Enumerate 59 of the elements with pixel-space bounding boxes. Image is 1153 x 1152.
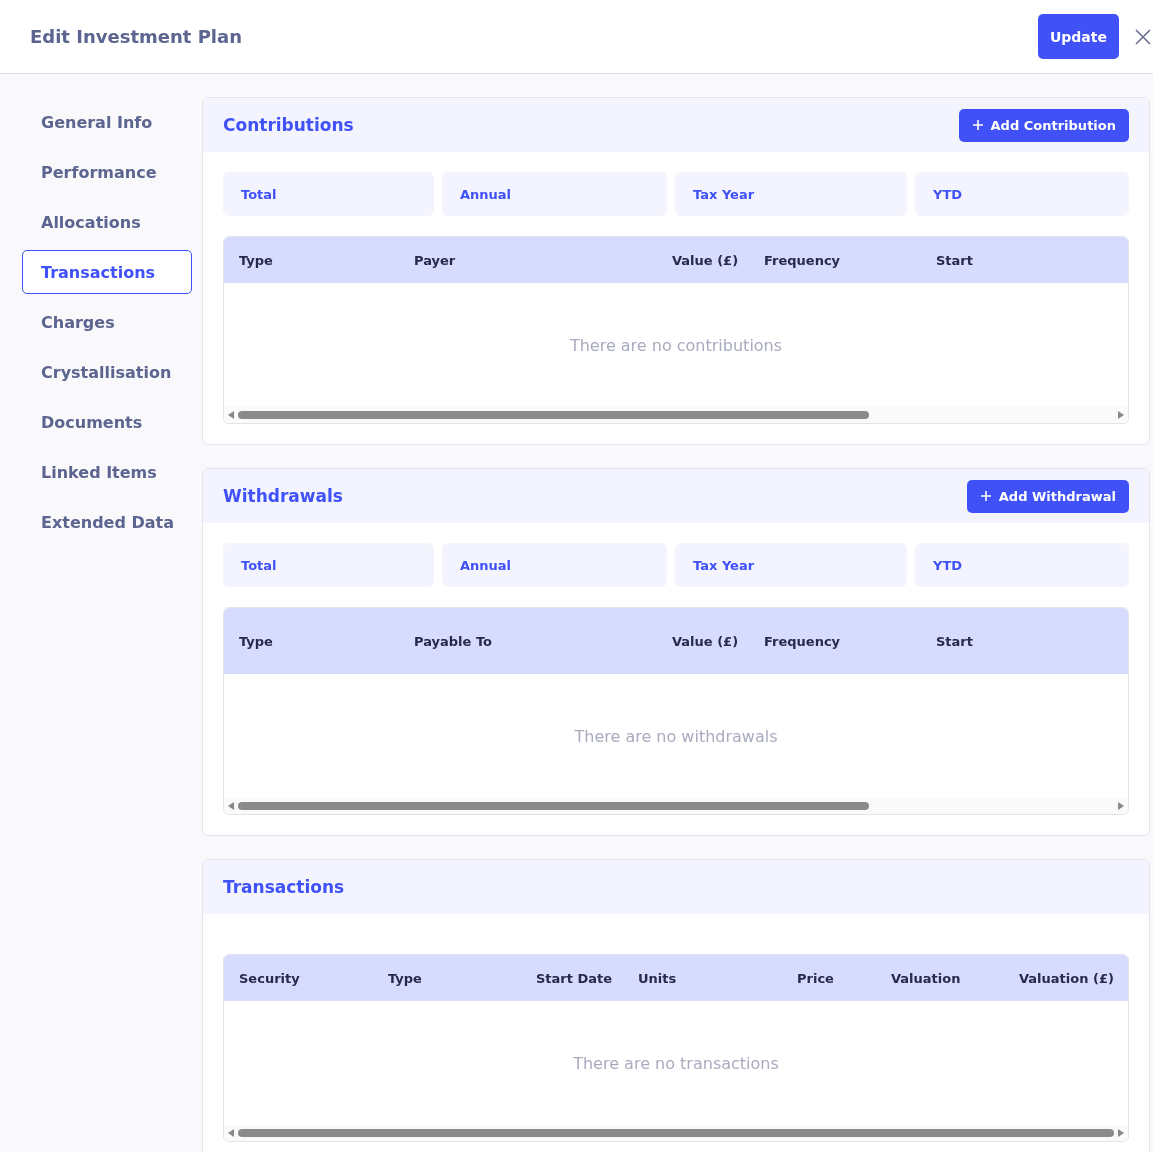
right-arrow-icon[interactable] [1118,1129,1124,1137]
right-arrow-icon[interactable] [1118,411,1124,419]
summary-card: YTD [915,543,1129,587]
summary-card: Tax Year [675,543,907,587]
sidebar-item[interactable]: Performance [22,150,192,194]
column-header: Frequency [764,252,842,268]
section-title: Transactions [223,877,345,897]
section-title: Contributions [223,115,354,135]
summary-card: Total [223,543,434,587]
section-title: Withdrawals [223,486,343,506]
horizontal-scrollbar[interactable] [224,407,1128,423]
sidebar-item[interactable]: Allocations [22,200,192,244]
column-header: Units [638,970,678,986]
column-header: Value (£) [672,633,740,649]
column-header: Valuation (£) [1019,970,1115,986]
horizontal-scrollbar[interactable] [224,1125,1128,1141]
column-header: Value (£) [672,252,740,268]
add-button[interactable]: Add Withdrawal [966,479,1129,513]
empty-message: There are no contributions [569,335,783,355]
left-arrow-icon[interactable] [228,1129,234,1137]
empty-message: There are no transactions [573,1053,779,1073]
column-header: Start [936,252,974,268]
left-arrow-icon[interactable] [228,802,234,810]
column-header: Type [239,633,274,649]
close-icon[interactable] [1135,28,1151,45]
plus-icon [971,119,984,131]
scrollbar-thumb[interactable] [238,411,869,419]
sidebar-item[interactable]: General Info [22,100,192,144]
column-header: Payable To [414,633,493,649]
column-header: Security [239,970,301,986]
window-title: Edit Investment Plan [30,26,243,47]
right-arrow-icon[interactable] [1118,802,1124,810]
update-button[interactable]: Update [1037,14,1119,59]
summary-card: Tax Year [675,172,907,216]
plus-icon [979,490,992,502]
column-header: Frequency [764,633,842,649]
left-arrow-icon[interactable] [228,411,234,419]
column-header: Start Date [536,970,614,986]
column-header: Type [388,970,423,986]
summary-card: Annual [442,543,667,587]
summary-card: Annual [442,172,667,216]
sidebar-item[interactable]: Charges [22,300,192,344]
summary-card: Total [223,172,434,216]
column-header: Start [936,633,974,649]
sidebar-item[interactable]: Linked Items [22,450,192,494]
horizontal-scrollbar[interactable] [224,798,1128,814]
sidebar-item[interactable]: Documents [22,400,192,444]
summary-card: YTD [915,172,1129,216]
sidebar-item[interactable]: Transactions [22,250,192,294]
add-button[interactable]: Add Contribution [958,108,1129,142]
column-header: Type [239,252,274,268]
scrollbar-thumb[interactable] [238,802,869,810]
scrollbar-thumb[interactable] [238,1129,1114,1137]
column-header: Price [797,970,835,986]
sidebar-item[interactable]: Extended Data [22,500,192,544]
empty-message: There are no withdrawals [574,726,778,746]
column-header: Valuation [891,970,962,986]
column-header: Payer [414,252,457,268]
sidebar-item[interactable]: Crystallisation [22,350,192,394]
